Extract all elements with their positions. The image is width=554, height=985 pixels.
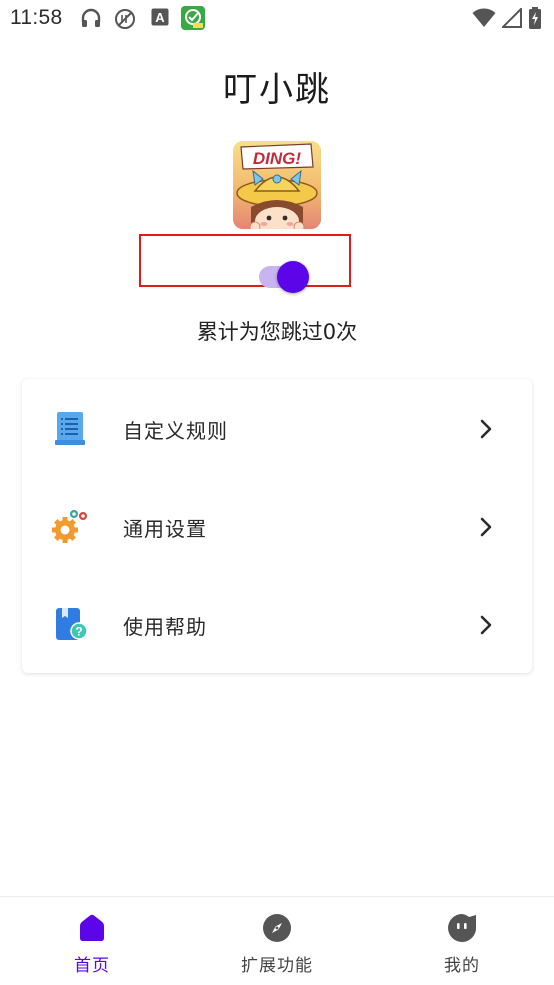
chevron-right-icon xyxy=(480,419,492,439)
status-time: 11:58 xyxy=(10,6,63,29)
toggle-highlight-box xyxy=(139,234,351,287)
chevron-right-icon xyxy=(480,517,492,537)
service-toggle-switch[interactable] xyxy=(277,261,309,293)
home-icon xyxy=(80,914,104,941)
compass-icon xyxy=(263,914,291,942)
document-list-icon xyxy=(55,412,85,445)
menu-item-help[interactable]: ? 使用帮助 xyxy=(22,575,532,673)
nav-label: 我的 xyxy=(444,956,480,976)
battery-charging-icon xyxy=(529,7,541,29)
app-logo: DING! xyxy=(233,141,321,229)
cell-signal-icon xyxy=(502,8,522,28)
menu-card: 自定义规则 通用设置 ? 使用帮助 xyxy=(22,379,532,673)
app-title: 叮小跳 xyxy=(223,70,331,110)
bottom-navigation: 首页 扩展功能 我的 xyxy=(0,896,554,985)
menu-item-label: 通用设置 xyxy=(123,517,207,541)
menu-item-label: 使用帮助 xyxy=(123,615,207,639)
gears-icon xyxy=(52,510,87,543)
menu-item-general-settings[interactable]: 通用设置 xyxy=(22,477,532,575)
chevron-right-icon xyxy=(480,615,492,635)
nav-label: 首页 xyxy=(74,956,110,976)
status-bar: 11:58 A xyxy=(0,0,554,36)
text-a-icon: A xyxy=(151,8,169,26)
app-logo-illustration: DING! xyxy=(233,141,321,229)
status-right-icons xyxy=(472,7,542,29)
menu-item-custom-rules[interactable]: 自定义规则 xyxy=(22,379,532,477)
svg-text:A: A xyxy=(155,10,165,25)
svg-text:?: ? xyxy=(75,625,82,639)
help-book-icon: ? xyxy=(56,608,88,640)
nav-tab-extensions[interactable]: 扩展功能 xyxy=(217,897,337,985)
nav-tab-home[interactable]: 首页 xyxy=(32,897,152,985)
nav-label: 扩展功能 xyxy=(241,956,313,976)
skip-count-text: 累计为您跳过0次 xyxy=(196,320,358,344)
menu-item-label: 自定义规则 xyxy=(123,419,228,443)
data-saver-icon xyxy=(115,9,135,29)
wifi-icon xyxy=(472,8,496,27)
headset-icon xyxy=(81,8,101,27)
profile-face-icon xyxy=(448,914,477,942)
logo-text: DING! xyxy=(253,149,302,168)
nav-tab-mine[interactable]: 我的 xyxy=(402,897,522,985)
app-notification-icon xyxy=(181,6,205,30)
